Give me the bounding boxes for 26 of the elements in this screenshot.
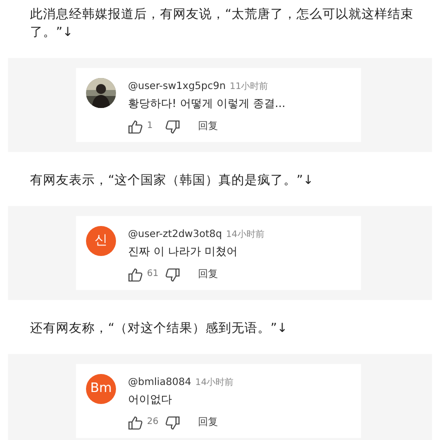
comment-text: 진짜 이 나라가 미쳤어 <box>128 244 238 260</box>
avatar: Bm <box>86 374 116 404</box>
thumbs-down-icon[interactable] <box>165 268 180 282</box>
reply-link[interactable]: 回复 <box>198 267 218 282</box>
username[interactable]: @user-zt2dw3ot8q <box>128 228 222 241</box>
thumbs-down-icon[interactable] <box>165 120 180 134</box>
timestamp: 14小时前 <box>226 229 264 242</box>
avatar: 신 <box>86 226 116 256</box>
reply-link[interactable]: 回复 <box>198 415 218 430</box>
timestamp: 14小时前 <box>195 377 234 390</box>
username[interactable]: @bmlia8084 <box>128 376 192 389</box>
like-count: 1 <box>147 120 154 133</box>
thumbs-up-icon[interactable] <box>128 120 143 134</box>
timestamp: 11小时前 <box>230 81 268 94</box>
comment-text: 어이없다 <box>128 392 173 408</box>
username[interactable]: @user-sw1xg5pc9n <box>128 80 226 93</box>
thumbs-up-icon[interactable] <box>128 416 143 430</box>
paragraph: 此消息经韩媒报道后，有网友说，“太荒唐了，怎么可以就这样结束了。”↓ <box>29 5 414 41</box>
like-count: 61 <box>147 268 160 281</box>
reply-link[interactable]: 回复 <box>198 119 218 134</box>
comment-text: 황당하다! 어떻게 이렇게 종결... <box>128 96 286 112</box>
paragraph: 还有网友称，“（对这个结果）感到无语。”↓ <box>29 319 288 337</box>
paragraph: 有网友表示，“这个国家（韩国）真的是疯了。”↓ <box>29 171 314 189</box>
thumbs-down-icon[interactable] <box>165 416 180 430</box>
thumbs-up-icon[interactable] <box>128 268 143 282</box>
like-count: 26 <box>147 416 160 429</box>
